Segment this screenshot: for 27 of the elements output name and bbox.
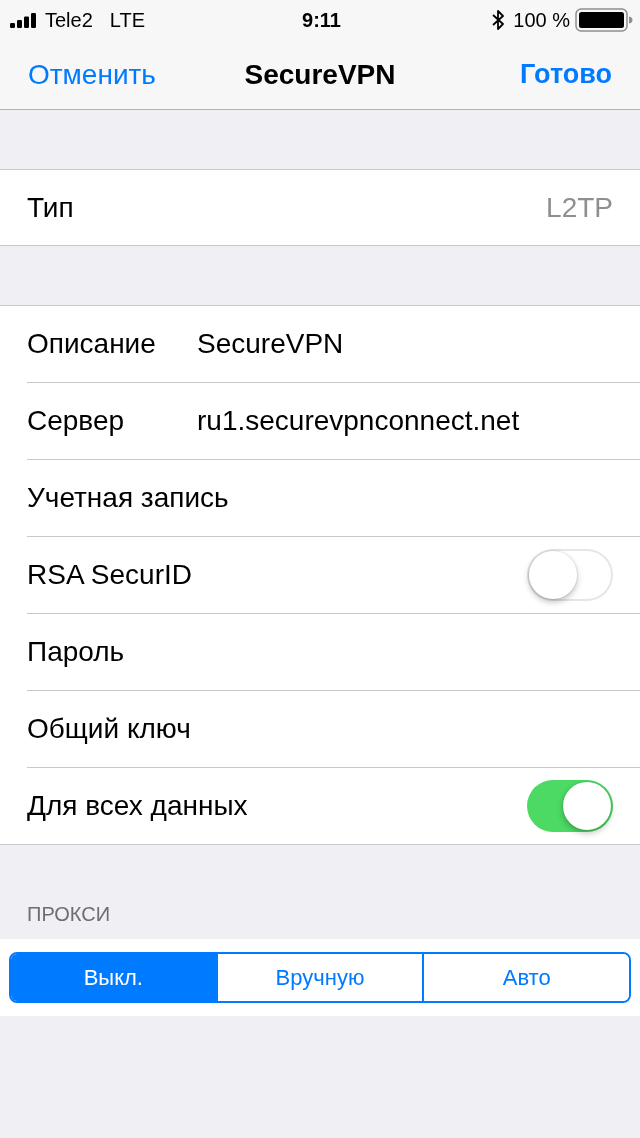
field-label: Пароль (27, 636, 126, 668)
nav-title: SecureVPN (244, 58, 396, 91)
field-label: Сервер (27, 405, 126, 437)
battery-icon (575, 8, 633, 32)
field-label: RSA SecurID (27, 559, 193, 591)
done-button[interactable]: Готово (520, 59, 612, 90)
field-value[interactable]: SecureVPN (197, 328, 344, 360)
segmented-control[interactable]: Выкл. Вручную Авто (9, 952, 631, 1003)
type-label: Тип (27, 191, 75, 224)
battery-percent: 100 % (513, 8, 570, 32)
cancel-button[interactable]: Отменить (28, 58, 156, 91)
signal-icon (10, 12, 36, 28)
field-label: Описание (27, 328, 157, 360)
segment-option[interactable]: Авто (422, 954, 629, 1001)
segment-option[interactable]: Выкл. (11, 954, 216, 1001)
network-type: LTE (109, 8, 145, 32)
field-label: Общий ключ (27, 713, 192, 745)
field-value[interactable]: ru1.securevpnconnect.net (197, 405, 520, 437)
field-label: Для всех данных (27, 790, 248, 822)
bluetooth-icon (492, 9, 505, 31)
status-time: 9:11 (302, 8, 341, 32)
carrier-name: Tele2 (45, 8, 93, 32)
toggle-switch[interactable] (527, 549, 613, 601)
type-value[interactable]: L2TP (546, 191, 613, 224)
toggle-switch[interactable] (527, 780, 613, 832)
field-label: Учетная запись (27, 482, 229, 514)
section-header: ПРОКСИ (27, 903, 111, 925)
